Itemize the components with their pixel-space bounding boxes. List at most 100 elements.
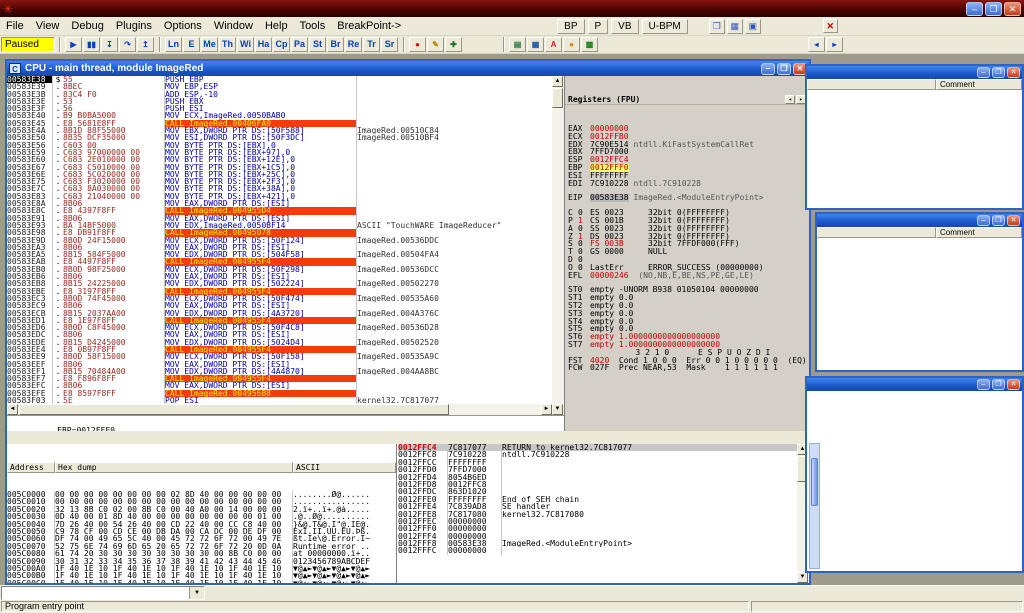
disasm-row[interactable]: 00583E38$55PUSH EBP <box>7 76 552 83</box>
disasm-row[interactable]: 00583ECB.8B15 2037AA00MOV EDX,DWORD PTR … <box>7 310 552 317</box>
disasm-row[interactable]: 00583EBE.E8 3197F8FFCALL ImageRed.004955… <box>7 288 552 295</box>
disasm-row[interactable]: 00583E4A.8B1D 88F55000MOV EBX,DWORD PTR … <box>7 127 552 134</box>
menu-item-plugins[interactable]: Plugins <box>110 18 158 34</box>
toolbar-pane-button-wi[interactable]: Wi <box>237 37 254 52</box>
disasm-row[interactable]: 00583F03.5EPOP ESIkernel32.7C817077 <box>7 397 552 404</box>
comment-column-header[interactable]: Comment <box>936 79 1022 90</box>
disasm-row[interactable]: 00583E98.E8 DB91F8FFCALL ImageRed.004950… <box>7 229 552 236</box>
side-minimize-button[interactable]: – <box>977 379 990 390</box>
side-window-2-titlebar[interactable]: – ❒ ✕ <box>817 214 1022 227</box>
side-minimize-button[interactable]: – <box>977 215 990 226</box>
disasm-row[interactable]: 00583EF1.8B15 70484A00MOV EDX,DWORD PTR … <box>7 368 552 375</box>
scroll-right-icon[interactable]: ► <box>541 404 552 415</box>
disasm-hscroll-thumb[interactable] <box>19 404 449 415</box>
disasm-vscrollbar[interactable]: ▲ ▼ <box>552 76 564 415</box>
disasm-row[interactable]: 00583E45.E8 5681E8FFCALL ImageRed.00406F… <box>7 120 552 127</box>
cpu-window[interactable]: C CPU - main thread, module ImageRed – ❒… <box>5 59 811 585</box>
menu-item-file[interactable]: File <box>0 18 30 34</box>
disasm-row[interactable]: 00583EDE.8B15 D4245000MOV EDX,DWORD PTR … <box>7 339 552 346</box>
menubar-button-bp[interactable]: BP <box>557 19 584 34</box>
disasm-row[interactable]: 00583E9D.8B0D 24F15000MOV ECX,DWORD PTR … <box>7 237 552 244</box>
assemble-icon[interactable]: A <box>545 37 562 52</box>
disasm-row[interactable]: 00583E39.8BECMOV EBP,ESP <box>7 83 552 90</box>
step-over-icon[interactable]: ↷ <box>119 37 136 52</box>
dump-row[interactable]: 005C00300D 40 00 01 8D 40 00 00 00 00 00… <box>7 513 396 520</box>
toolbar-overflow-left-icon[interactable]: ◂ <box>808 37 825 52</box>
menu-item-window[interactable]: Window <box>208 18 259 34</box>
dump-row[interactable]: 005C001000 00 00 00 00 00 00 00 00 00 00… <box>7 498 396 505</box>
toolbar-pane-button-sr[interactable]: Sr <box>381 37 398 52</box>
comment-column-header[interactable]: Comment <box>936 227 1022 238</box>
disasm-row[interactable]: 00583E6E.C683 5C020000 00MOV BYTE PTR DS… <box>7 171 552 178</box>
side-window-3-body[interactable] <box>807 391 1022 571</box>
side-window-2-body[interactable] <box>817 238 1022 370</box>
command-input[interactable] <box>2 587 189 599</box>
side-window-1[interactable]: – ❒ ✕ Comment <box>805 64 1024 210</box>
side-window-1-body[interactable] <box>807 90 1022 208</box>
menu-item-debug[interactable]: Debug <box>65 18 109 34</box>
disasm-row[interactable]: 00583E3F.56PUSH ESI <box>7 105 552 112</box>
registers-pane[interactable]: Registers (FPU) ◂ ▸ EAX00000000ECX0012FF… <box>564 76 809 431</box>
toolbar-pane-button-me[interactable]: Me <box>201 37 218 52</box>
disasm-row[interactable]: 00583E91.8B06MOV EAX,DWORD PTR DS:[ESI] <box>7 215 552 222</box>
disasm-row[interactable]: 00583E40.B9 B0BA5000MOV ECX,ImageRed.005… <box>7 112 552 119</box>
dump-row[interactable]: 005C0050C9 78 CF 00 CD CE 00 DB DA 00 CA… <box>7 528 396 535</box>
disasm-row[interactable]: 00583E3B.83C4 F0ADD ESP,-10 <box>7 91 552 98</box>
side-close-button[interactable]: ✕ <box>1007 379 1020 390</box>
disasm-row[interactable]: 00583ED6.8B0D C8F45000MOV ECX,DWORD PTR … <box>7 324 552 331</box>
tile-windows-icon[interactable]: ▦ <box>727 19 743 34</box>
flag-row[interactable]: T0GS 0000NULL <box>568 248 806 256</box>
cpu-titlebar[interactable]: C CPU - main thread, module ImageRed – ❒… <box>7 61 809 76</box>
scroll-left-icon[interactable]: ◄ <box>7 404 18 415</box>
side-window-1-titlebar[interactable]: – ❒ ✕ <box>807 66 1022 79</box>
toolbar-overflow-right-icon[interactable]: ▸ <box>826 37 843 52</box>
run-icon[interactable]: ▶ <box>65 37 82 52</box>
disasm-row[interactable]: 00583E7C.C683 8A030000 00MOV BYTE PTR DS… <box>7 185 552 192</box>
breakpoint-toggle-icon[interactable]: ● <box>409 37 426 52</box>
run-to-return-icon[interactable]: ↥ <box>137 37 154 52</box>
cascade-windows-icon[interactable]: ❐ <box>709 19 725 34</box>
disasm-row[interactable]: 00583EC9.8B06MOV EAX,DWORD PTR DS:[ESI] <box>7 302 552 309</box>
cpu-minimize-button[interactable]: – <box>761 63 775 75</box>
menubar-button-ubpm[interactable]: U-BPM <box>642 19 688 34</box>
menu-item-help[interactable]: Help <box>259 18 294 34</box>
menu-item-options[interactable]: Options <box>158 18 208 34</box>
side-maximize-button[interactable]: ❒ <box>992 215 1005 226</box>
column-header[interactable] <box>817 227 936 238</box>
toolbar-pane-button-th[interactable]: Th <box>219 37 236 52</box>
disasm-row[interactable]: 00583E56.C603 00MOV BYTE PTR DS:[EBX],0 <box>7 142 552 149</box>
disasm-row[interactable]: 00583EE4.E8 0B97F8FFCALL ImageRed.004955… <box>7 346 552 353</box>
toolbar-pane-button-cp[interactable]: Cp <box>273 37 290 52</box>
side-vscrollbar[interactable] <box>809 443 820 569</box>
eip-row[interactable]: EIP00583E38ImageRed.<ModuleEntryPoint> <box>568 194 806 202</box>
stack-pane[interactable]: 0012FFC47C817077RETURN to kernel32.7C817… <box>398 444 797 583</box>
toolbar-pane-button-br[interactable]: Br <box>327 37 344 52</box>
disasm-row[interactable]: 00583EEF.8B06MOV EAX,DWORD PTR DS:[ESI] <box>7 361 552 368</box>
dump-row[interactable]: 005C002032 13 8B C0 02 00 8B C0 00 40 A0… <box>7 506 396 513</box>
disasm-hscrollbar[interactable]: ◄ ► <box>7 404 552 415</box>
side-maximize-button[interactable]: ❒ <box>992 379 1005 390</box>
dump-row[interactable]: 005C00C01F 40 1E 10 1F 40 1E 10 1F 40 1E… <box>7 580 396 583</box>
disasm-row[interactable]: 00583EC3.8B0D 74F45000MOV ECX,DWORD PTR … <box>7 295 552 302</box>
side-close-button[interactable]: ✕ <box>1007 67 1020 78</box>
side-close-button[interactable]: ✕ <box>1007 215 1020 226</box>
disasm-row[interactable]: 00583EB0.8B0D 98F25000MOV ECX,DWORD PTR … <box>7 266 552 273</box>
side-maximize-button[interactable]: ❒ <box>992 67 1005 78</box>
dump-row[interactable]: 005C00A01F 40 1E 10 1F 40 1E 10 1F 40 1E… <box>7 565 396 572</box>
registers-prev-icon[interactable]: ◂ <box>785 95 795 104</box>
toolbar-pane-button-ln[interactable]: Ln <box>165 37 182 52</box>
dump-row[interactable]: 005C000000 00 00 00 00 00 00 00 02 8D 40… <box>7 491 396 498</box>
disasm-row[interactable]: 00583EA5.8B15 584F5000MOV EDX,DWORD PTR … <box>7 251 552 258</box>
disassembly-pane[interactable]: 00583E38$55PUSH EBP00583E39.8BECMOV EBP,… <box>7 76 552 404</box>
disasm-row[interactable]: 00583EFC.8B06MOV EAX,DWORD PTR DS:[ESI] <box>7 382 552 389</box>
dump-column-header-hexdump[interactable]: Hex dump <box>55 462 293 473</box>
toolbar-pane-button-pa[interactable]: Pa <box>291 37 308 52</box>
dump-column-header-address[interactable]: Address <box>7 462 55 473</box>
disasm-row[interactable]: 00583E8C.E8 4397F8FFCALL ImageRed.004955… <box>7 207 552 214</box>
side-vscroll-thumb[interactable] <box>811 458 818 506</box>
disasm-row[interactable]: 00583EB8.8B15 24225000MOV EDX,DWORD PTR … <box>7 280 552 287</box>
dump-row[interactable]: 005C00B01F 40 1E 10 1F 40 1E 10 1F 40 1E… <box>7 572 396 579</box>
disasm-row[interactable]: 00583E59.C683 97000000 00MOV BYTE PTR DS… <box>7 149 552 156</box>
app-close-button[interactable]: ✕ <box>1004 2 1021 16</box>
disasm-row[interactable]: 00583E67.C683 C5010000 00MOV BYTE PTR DS… <box>7 164 552 171</box>
